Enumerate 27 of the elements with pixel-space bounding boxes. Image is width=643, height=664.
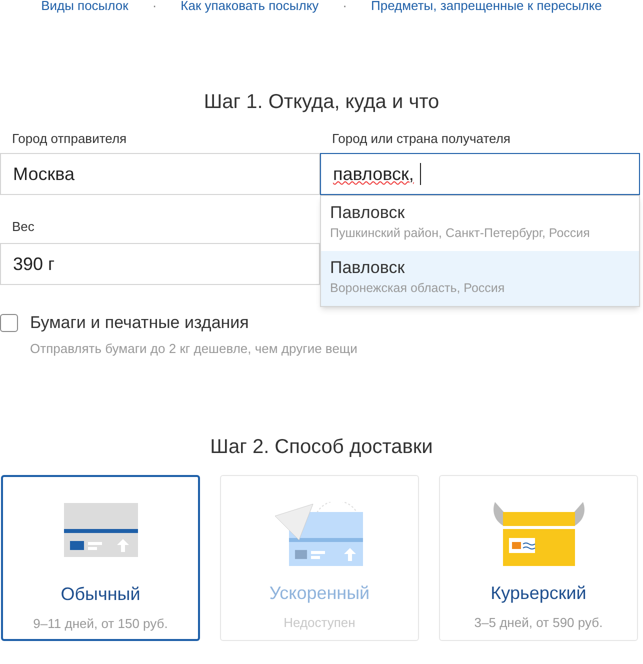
- separator: ·: [342, 0, 348, 12]
- checkbox[interactable]: [0, 314, 18, 332]
- nav-link[interactable]: Как упаковать посылку: [180, 0, 319, 12]
- nav-link[interactable]: Предметы, запрещенные к пересылке: [371, 0, 602, 12]
- field-label: Вес: [11, 219, 36, 235]
- section-heading: Шаг 2. Способ доставки: [209, 435, 434, 460]
- input-field[interactable]: Москва: [0, 153, 320, 195]
- section-heading: Шаг 1. Откуда, куда и что: [202, 90, 440, 115]
- option-title: Курьерский: [490, 582, 586, 605]
- option-title: Ускоренный: [269, 582, 370, 605]
- delivery-option-card[interactable]: Обычный 9–11 дней, от 150 руб.: [1, 475, 200, 641]
- paper-plane-box-icon: [274, 502, 364, 566]
- input-field[interactable]: 390 г: [0, 243, 320, 285]
- separator: ·: [151, 0, 158, 12]
- text-cursor: [420, 163, 421, 185]
- checkbox-label: Бумаги и печатные издания: [30, 312, 249, 334]
- suggestion-item[interactable]: Павловск Воронежская область, Россия: [321, 251, 639, 306]
- option-detail: 9–11 дней, от 150 руб.: [33, 615, 168, 633]
- input-field[interactable]: павловск,: [320, 153, 640, 195]
- option-detail: 3–5 дней, от 590 руб.: [474, 614, 603, 632]
- delivery-option-card[interactable]: Курьерский 3–5 дней, от 590 руб.: [439, 475, 638, 641]
- suggestion-item[interactable]: Павловск Пушкинский район, Санкт-Петербург, Россия: [321, 196, 639, 251]
- field-label: Город или страна получателя: [331, 131, 512, 147]
- hint-text: Отправлять бумаги до 2 кг дешевле, чем другие вещи: [29, 340, 358, 358]
- field-label: Город отправителя: [11, 131, 128, 147]
- nav-link[interactable]: Виды посылок: [41, 0, 128, 12]
- option-title: Обычный: [60, 583, 140, 606]
